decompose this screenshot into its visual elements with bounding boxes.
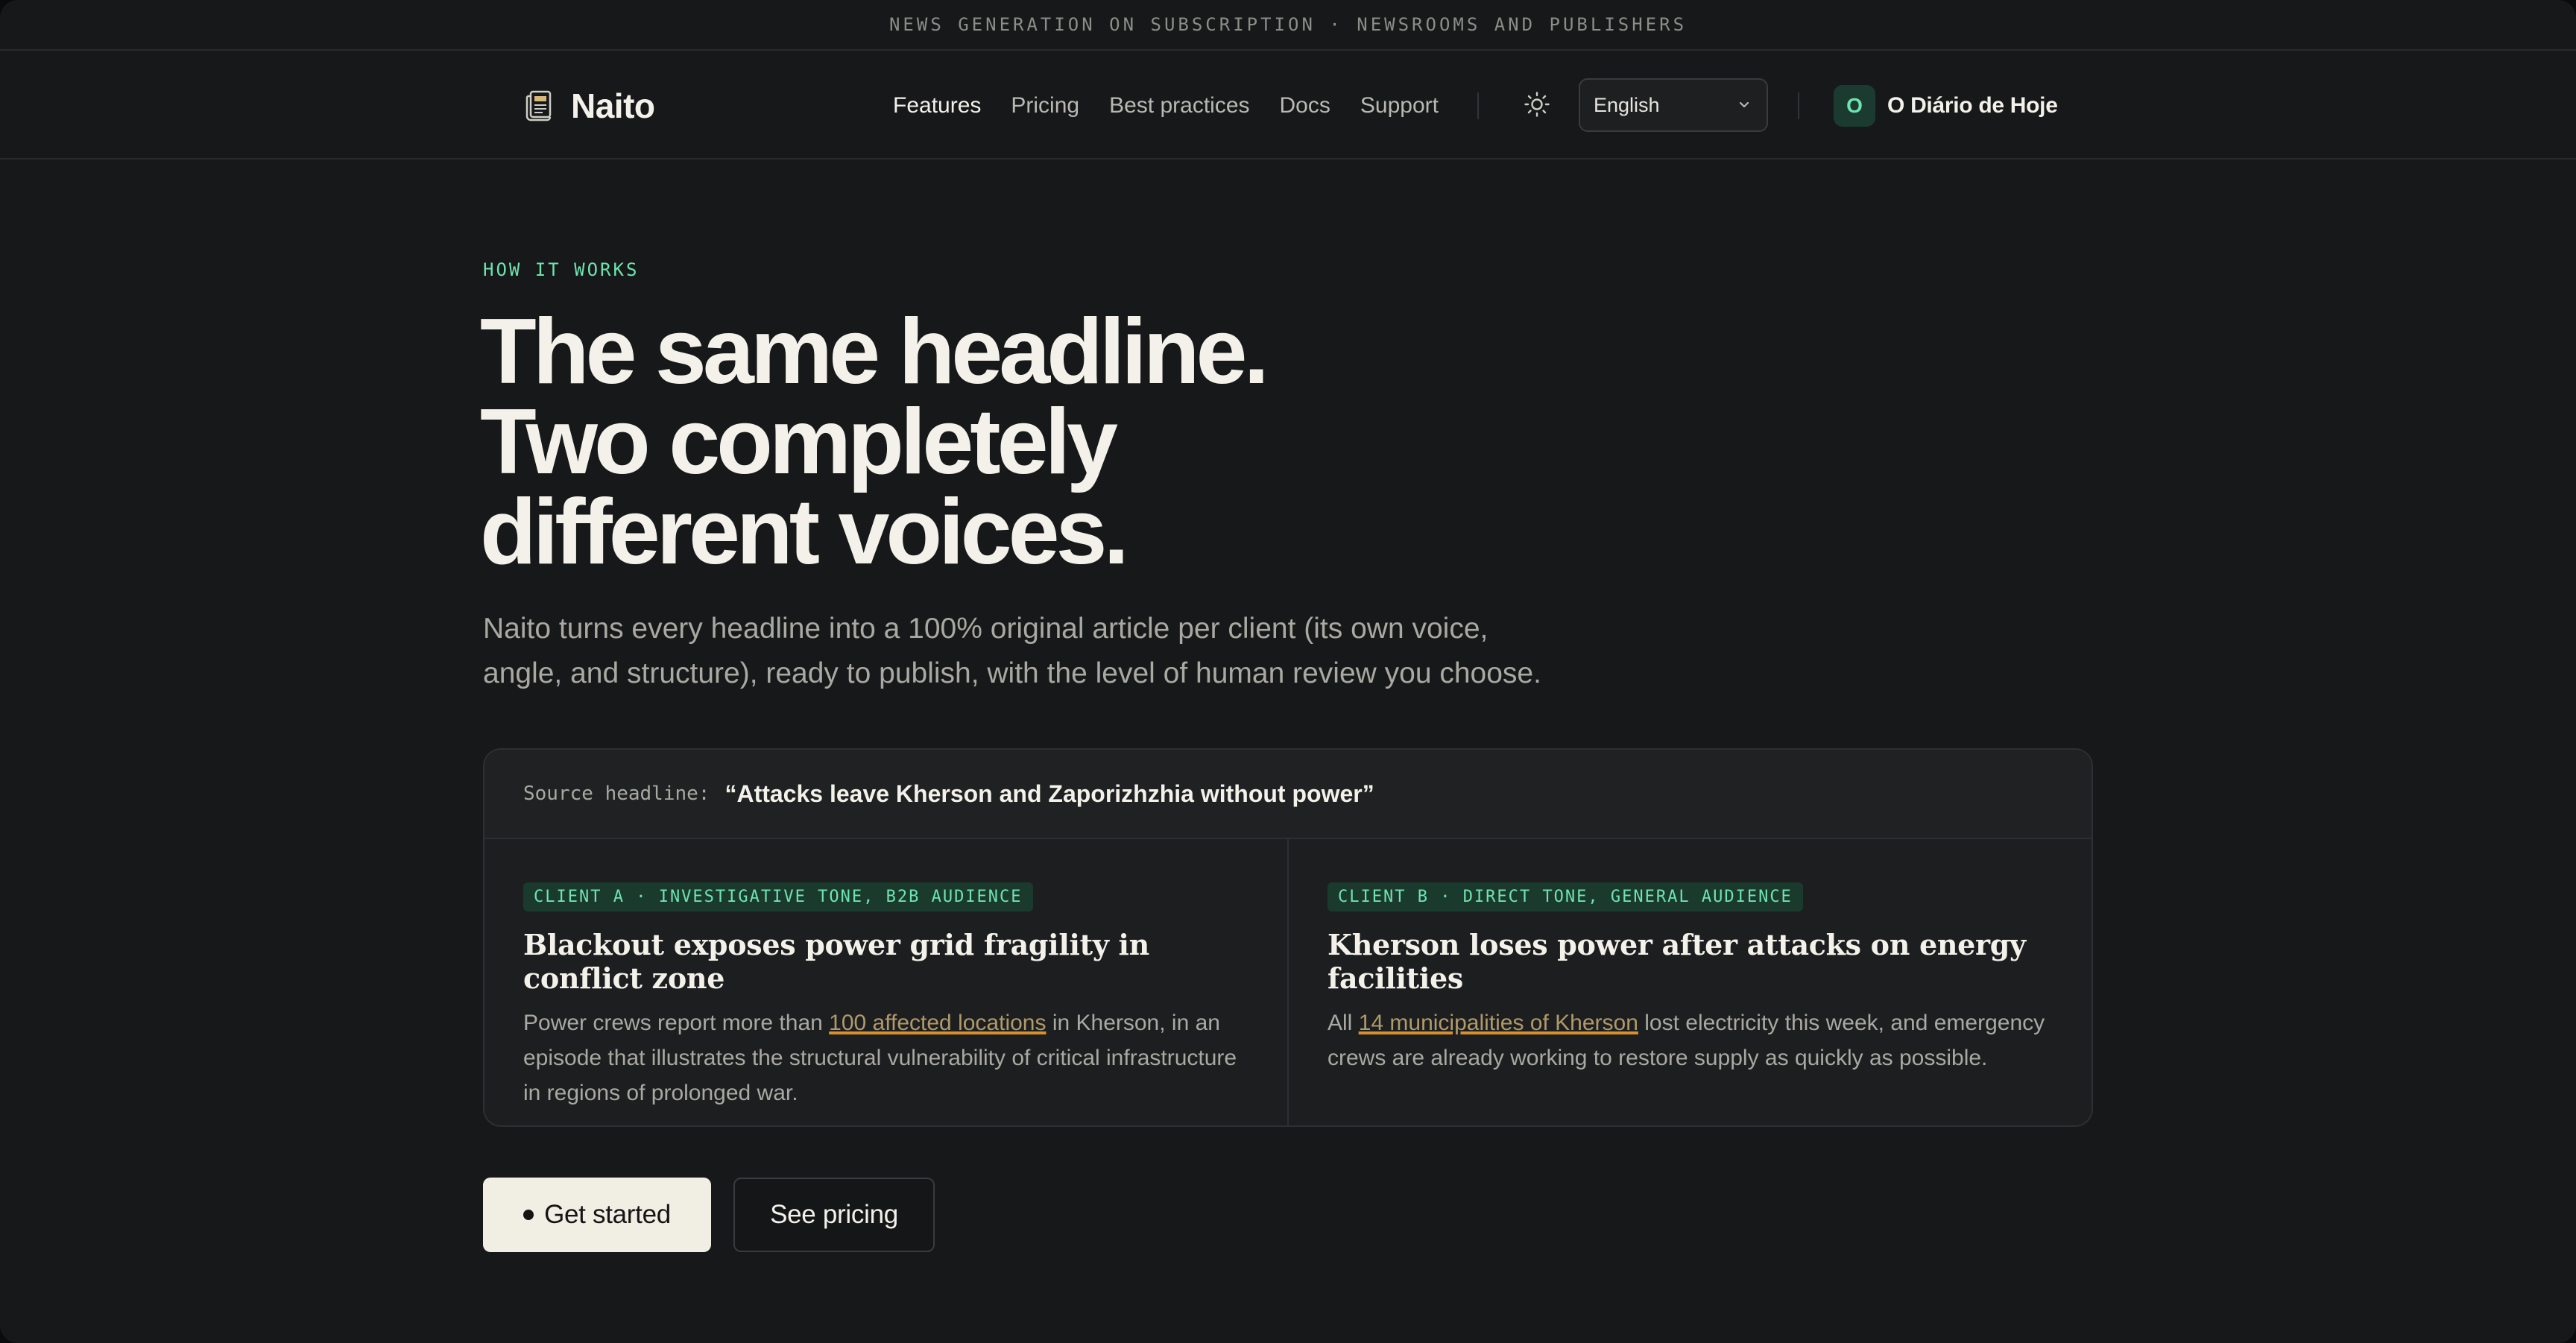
headline-line: The same headline. xyxy=(480,300,1269,403)
top-navigation: Naito Features Pricing Best practices Do… xyxy=(0,52,2576,159)
hero-headline: The same headline. Two completely differ… xyxy=(480,300,1673,584)
source-label: Source headline: xyxy=(523,783,710,805)
get-started-button[interactable]: Get started xyxy=(483,1178,711,1252)
client-a-title: Blackout exposes power grid fragility in… xyxy=(523,928,1150,995)
get-started-label: Get started xyxy=(544,1200,671,1229)
body-text: All xyxy=(1328,1011,1359,1035)
nav-divider xyxy=(1798,92,1799,119)
highlighted-fact: 14 municipalities of Kherson xyxy=(1358,1011,1638,1035)
client-b-body: All 14 municipalities of Kherson lost el… xyxy=(1328,1005,2053,1075)
account-name: O Diário de Hoje xyxy=(1887,93,2058,118)
main-menu: Features Pricing Best practices Docs Sup… xyxy=(893,85,1439,127)
avatar-initial: O xyxy=(1846,94,1863,117)
source-headline: “Attacks leave Kherson and Zaporizhzhia … xyxy=(724,780,1374,807)
client-a-tag: CLIENT A · INVESTIGATIVE TONE, B2B AUDIE… xyxy=(523,882,1033,911)
dot-icon xyxy=(523,1210,534,1220)
client-b-column: CLIENT B · DIRECT TONE, GENERAL AUDIENCE… xyxy=(1287,839,2092,1125)
language-select[interactable]: English xyxy=(1579,78,1768,132)
nav-support[interactable]: Support xyxy=(1360,93,1439,118)
newspaper-icon xyxy=(525,89,555,122)
page-frame: NEWS GENERATION ON SUBSCRIPTION · NEWSRO… xyxy=(0,0,2576,1343)
client-columns: CLIENT A · INVESTIGATIVE TONE, B2B AUDIE… xyxy=(484,839,2092,1125)
avatar: O xyxy=(1834,85,1875,127)
sun-icon xyxy=(1524,91,1550,121)
client-b-tag: CLIENT B · DIRECT TONE, GENERAL AUDIENCE xyxy=(1328,882,1803,911)
nav-pricing[interactable]: Pricing xyxy=(1011,93,1079,118)
announcement-bar: NEWS GENERATION ON SUBSCRIPTION · NEWSRO… xyxy=(0,0,2576,51)
section-eyebrow: HOW IT WORKS xyxy=(483,259,640,280)
client-a-body: Power crews report more than 100 affecte… xyxy=(523,1005,1248,1110)
see-pricing-label: See pricing xyxy=(770,1200,898,1229)
example-card: Source headline: “Attacks leave Kherson … xyxy=(483,748,2093,1127)
body-text: Power crews report more than xyxy=(523,1011,830,1035)
nav-best-practices[interactable]: Best practices xyxy=(1109,93,1249,118)
brand-logo[interactable]: Naito xyxy=(525,85,655,127)
headline-line: different voices. xyxy=(480,481,1129,584)
account-menu[interactable]: O O Diário de Hoje xyxy=(1834,83,2058,128)
see-pricing-button[interactable]: See pricing xyxy=(733,1178,935,1252)
highlighted-fact: 100 affected locations xyxy=(829,1011,1046,1035)
client-a-column: CLIENT A · INVESTIGATIVE TONE, B2B AUDIE… xyxy=(484,839,1287,1125)
source-headline-row: Source headline: “Attacks leave Kherson … xyxy=(484,750,2092,839)
nav-features[interactable]: Features xyxy=(893,93,981,118)
nav-docs[interactable]: Docs xyxy=(1280,93,1330,118)
nav-divider xyxy=(1477,92,1479,119)
chevron-down-icon xyxy=(1737,94,1752,117)
headline-line: Two completely xyxy=(480,391,1118,493)
hero-description: Naito turns every headline into a 100% o… xyxy=(483,613,1541,689)
brand-name: Naito xyxy=(571,86,655,125)
announcement-text: NEWS GENERATION ON SUBSCRIPTION · NEWSRO… xyxy=(888,14,1688,35)
theme-toggle-button[interactable] xyxy=(1519,88,1555,124)
client-b-title: Kherson loses power after attacks on ene… xyxy=(1328,928,2026,995)
language-selected: English xyxy=(1594,93,1660,116)
